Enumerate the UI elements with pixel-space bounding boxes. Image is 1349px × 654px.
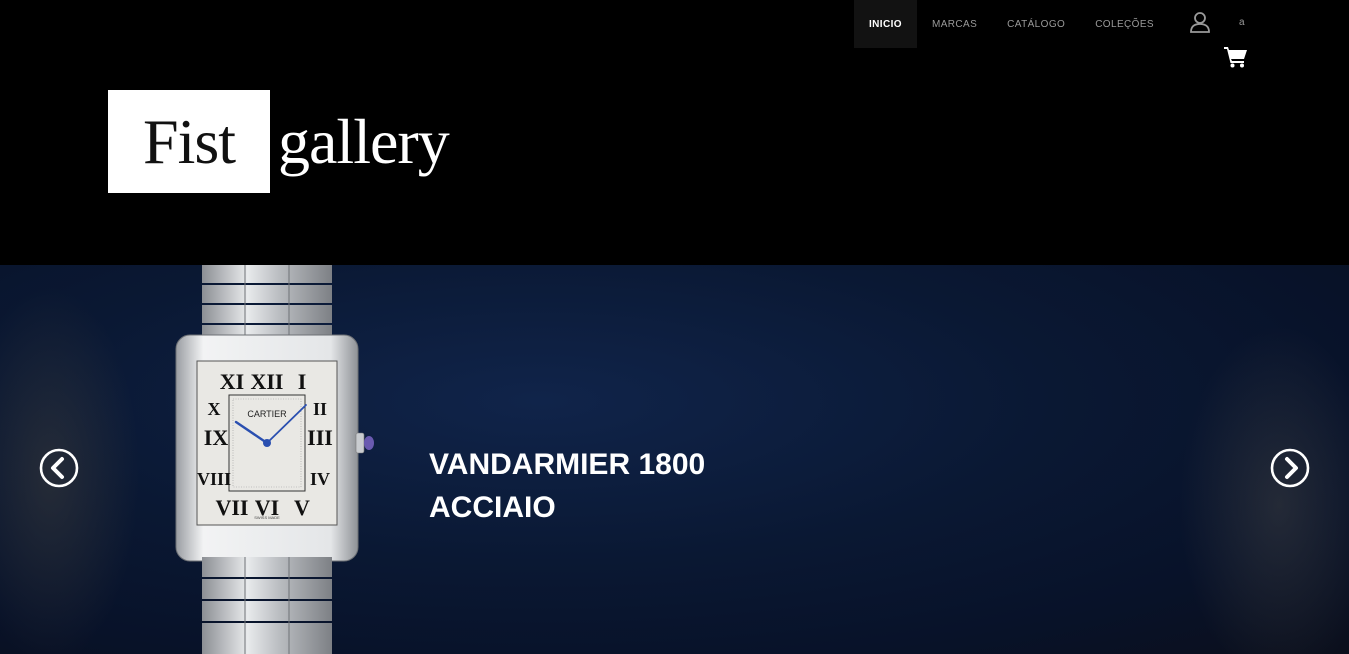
hero-slider: XII XI I IX III VII VI V X II VIII IV CA…	[0, 265, 1349, 654]
svg-text:IV: IV	[310, 469, 330, 489]
shopping-cart-icon[interactable]	[1224, 46, 1248, 68]
nav-item-inicio[interactable]: INICIO	[854, 0, 917, 48]
chevron-right-circle-icon[interactable]	[1270, 448, 1310, 488]
svg-text:VII: VII	[215, 495, 248, 520]
svg-text:V: V	[294, 495, 310, 520]
svg-text:X: X	[208, 399, 221, 419]
slide-title-line-2: ACCIAIO	[429, 491, 556, 524]
svg-text:I: I	[298, 369, 307, 394]
site-logo[interactable]: Fist gallery	[108, 90, 450, 193]
nav-item-catalogo[interactable]: CATÁLOGO	[992, 0, 1080, 48]
watch-sub-text: SWISS MADE	[254, 515, 280, 520]
svg-text:II: II	[313, 399, 327, 419]
svg-text:XII: XII	[250, 369, 283, 394]
nav-item-colecoes[interactable]: COLEÇÕES	[1080, 0, 1169, 48]
user-icon[interactable]	[1189, 11, 1211, 33]
svg-text:XI: XI	[220, 369, 244, 394]
user-account-label[interactable]: a	[1239, 17, 1245, 28]
watch-image: XII XI I IX III VII VI V X II VIII IV CA…	[175, 265, 374, 654]
svg-text:IX: IX	[204, 425, 229, 450]
svg-text:VIII: VIII	[197, 469, 231, 489]
watch-brand-text: CARTIER	[247, 409, 287, 419]
main-nav: INICIO MARCAS CATÁLOGO COLEÇÕES	[854, 0, 1169, 48]
logo-box: Fist	[108, 90, 270, 193]
logo-word-gallery: gallery	[278, 105, 450, 177]
site-header: INICIO MARCAS CATÁLOGO COLEÇÕES a Fist g…	[0, 0, 1349, 265]
nav-item-marcas[interactable]: MARCAS	[917, 0, 992, 48]
slide-title-line-1: VANDARMIER 1800	[429, 448, 706, 481]
chevron-left-circle-icon[interactable]	[39, 448, 79, 488]
hero-background-blur-right	[1179, 325, 1349, 654]
svg-text:III: III	[307, 425, 333, 450]
slide-title: VANDARMIER 1800 ACCIAIO	[429, 443, 705, 529]
logo-word-fist: Fist	[142, 105, 236, 177]
